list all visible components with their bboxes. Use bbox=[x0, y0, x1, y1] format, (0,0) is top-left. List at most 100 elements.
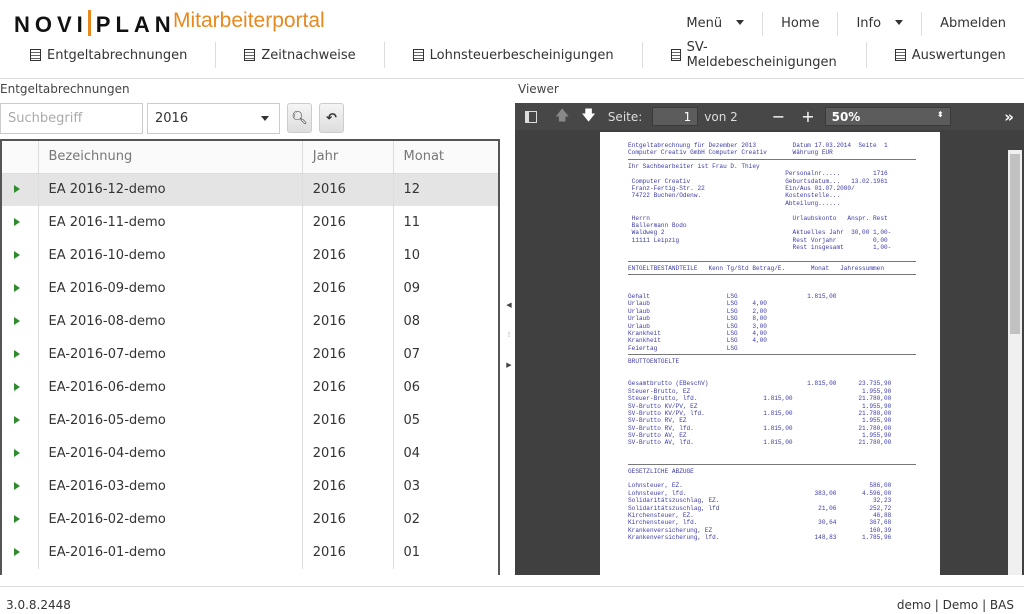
cell: 2016 bbox=[301, 470, 394, 503]
doc-line: Waldweg 2 Aktuelles Jahr 30,00 1,00- bbox=[628, 229, 892, 237]
doc-line bbox=[628, 207, 940, 214]
nav-label: Menü bbox=[686, 16, 723, 31]
cell: EA 2016-12-demo bbox=[37, 173, 303, 206]
nav-menü[interactable]: Menü bbox=[668, 12, 762, 36]
table-row[interactable]: EA 2016-12-demo 2016 12 bbox=[2, 173, 498, 206]
column-header[interactable] bbox=[2, 141, 38, 174]
doc-line: SV-Brutto KV/PV, EZ 1.955,90 bbox=[628, 402, 892, 410]
page-input[interactable]: 1 bbox=[652, 107, 699, 126]
search-input[interactable]: Suchbegriff bbox=[0, 103, 143, 134]
doc-line: SV-Brutto AV, lfd. 1.815,00 21.780,00 bbox=[628, 439, 892, 447]
nav-home[interactable]: Home bbox=[762, 12, 837, 36]
expand-cell[interactable] bbox=[2, 503, 38, 536]
viewer-scrollbar[interactable] bbox=[1008, 150, 1022, 575]
play-icon bbox=[14, 416, 20, 424]
subnav-item[interactable]: Lohnsteuerbescheinigungen bbox=[383, 42, 642, 68]
expand-cell[interactable] bbox=[2, 239, 38, 272]
play-icon bbox=[14, 548, 20, 556]
cell: 2016 bbox=[301, 239, 394, 272]
cell: 2016 bbox=[301, 272, 394, 305]
zoom-select[interactable]: 50% ⬍ bbox=[824, 107, 951, 126]
doc-line bbox=[628, 286, 940, 293]
subnav-item[interactable]: SV-Meldebescheinigungen bbox=[641, 40, 866, 70]
play-icon bbox=[14, 317, 20, 325]
zoom-in-button[interactable]: + bbox=[801, 107, 814, 126]
doc-rule bbox=[628, 354, 916, 356]
search-button[interactable]: 🔍︎ bbox=[287, 103, 312, 133]
doc-line bbox=[628, 278, 940, 285]
zoom-out-button[interactable]: − bbox=[772, 107, 785, 126]
expand-cell[interactable] bbox=[2, 272, 38, 305]
doc-line bbox=[628, 454, 940, 461]
column-header[interactable]: Bezeichnung bbox=[37, 141, 303, 174]
cell: EA-2016-05-demo bbox=[37, 404, 303, 437]
doc-line: Herrn Urlaubskonto Anspr. Rest bbox=[628, 214, 888, 222]
top-nav: Menü Home Info Abmelden bbox=[668, 12, 1024, 36]
panel-splitter[interactable]: ◀ ⦙ ▶ bbox=[505, 290, 513, 380]
table-row[interactable]: EA-2016-05-demo 2016 05 bbox=[2, 404, 498, 437]
doc-line: Krankenversicherung, lfd. 148,83 1.785,9… bbox=[628, 534, 892, 542]
subnav-label: Entgeltabrechnungen bbox=[47, 47, 188, 63]
subnav-label: SV-Meldebescheinigungen bbox=[686, 40, 837, 70]
expand-cell[interactable] bbox=[2, 173, 38, 206]
cell: EA-2016-01-demo bbox=[37, 536, 303, 569]
cell: 09 bbox=[392, 272, 498, 305]
doc-line: SV-Brutto KV/PV, lfd. 1.815,00 21.780,00 bbox=[628, 409, 892, 417]
expand-cell[interactable] bbox=[2, 305, 38, 338]
cell: 10 bbox=[392, 239, 498, 272]
subnav-item[interactable]: Zeitnachweise bbox=[215, 42, 383, 68]
doc-line: Entgeltabrechnung für Dezember 2013 Datu… bbox=[628, 142, 888, 149]
cell: 04 bbox=[392, 437, 498, 470]
noviplan-logo: NOVI PLAN bbox=[14, 10, 176, 38]
doc-line: Solidaritätszuschlag, EZ. 32,23 bbox=[628, 497, 892, 505]
logo-text-left: NOVI bbox=[14, 12, 88, 37]
document-list: Bezeichnung Jahr Monat EA 2016-12-demo 2016 1… bbox=[0, 139, 500, 575]
doc-line bbox=[628, 373, 940, 380]
subnav-item[interactable]: Entgeltabrechnungen bbox=[0, 42, 215, 68]
expand-cell[interactable] bbox=[2, 437, 38, 470]
expand-cell[interactable] bbox=[2, 371, 38, 404]
nav-abmelden[interactable]: Abmelden bbox=[921, 12, 1024, 36]
search-icon: 🔍︎ bbox=[291, 110, 308, 126]
table-row[interactable]: EA-2016-04-demo 2016 04 bbox=[2, 437, 498, 470]
table-row[interactable]: EA 2016-11-demo 2016 11 bbox=[2, 206, 498, 239]
doc-line: ENTGELTBESTANDTEILE Kenn Tg/Std Betrag/E… bbox=[628, 264, 884, 272]
table-row[interactable]: EA-2016-02-demo 2016 02 bbox=[2, 503, 498, 536]
expand-cell[interactable] bbox=[2, 536, 38, 569]
expand-cell[interactable] bbox=[2, 404, 38, 437]
table-row[interactable]: EA-2016-01-demo 2016 01 bbox=[2, 536, 498, 569]
table-row[interactable]: EA 2016-09-demo 2016 09 bbox=[2, 272, 498, 305]
table-row[interactable]: EA 2016-08-demo 2016 08 bbox=[2, 305, 498, 338]
expand-cell[interactable] bbox=[2, 338, 38, 371]
reset-button[interactable]: ↶ bbox=[319, 103, 344, 133]
nav-info[interactable]: Info bbox=[837, 12, 921, 36]
sidebar-toggle-icon[interactable] bbox=[525, 110, 537, 123]
subnav-item[interactable]: Auswertungen bbox=[865, 42, 1024, 68]
expand-cell[interactable] bbox=[2, 470, 38, 503]
logo-text-right: PLAN bbox=[95, 12, 176, 37]
table-row[interactable]: EA-2016-03-demo 2016 03 bbox=[2, 470, 498, 503]
cell: 2016 bbox=[301, 338, 394, 371]
table-row[interactable]: EA-2016-06-demo 2016 06 bbox=[2, 371, 498, 404]
cell: 06 bbox=[392, 371, 498, 404]
doc-rule bbox=[628, 260, 916, 262]
tools-icon[interactable]: » bbox=[1004, 108, 1014, 126]
cell: 05 bbox=[392, 404, 498, 437]
previous-page-icon[interactable]: 🡅︎ bbox=[555, 105, 569, 129]
column-header[interactable]: Monat bbox=[392, 141, 498, 174]
footer-divider bbox=[0, 586, 1024, 587]
cell: 2016 bbox=[301, 371, 394, 404]
zoom-value: 50% bbox=[831, 110, 861, 124]
table-row[interactable]: EA-2016-07-demo 2016 07 bbox=[2, 338, 498, 371]
cell: EA-2016-06-demo bbox=[37, 371, 303, 404]
table-row[interactable]: EA 2016-10-demo 2016 10 bbox=[2, 239, 498, 272]
play-icon bbox=[14, 284, 20, 292]
column-header[interactable]: Jahr bbox=[301, 141, 394, 174]
expand-cell[interactable] bbox=[2, 206, 38, 239]
year-select[interactable]: 2016 bbox=[147, 103, 280, 134]
doc-line: SV-Brutto AV, EZ 1.955,90 bbox=[628, 432, 892, 440]
year-value: 2016 bbox=[155, 111, 189, 126]
cell: EA-2016-02-demo bbox=[37, 503, 303, 536]
next-page-icon[interactable]: 🡇︎ bbox=[581, 105, 595, 129]
cell: EA 2016-10-demo bbox=[37, 239, 303, 272]
